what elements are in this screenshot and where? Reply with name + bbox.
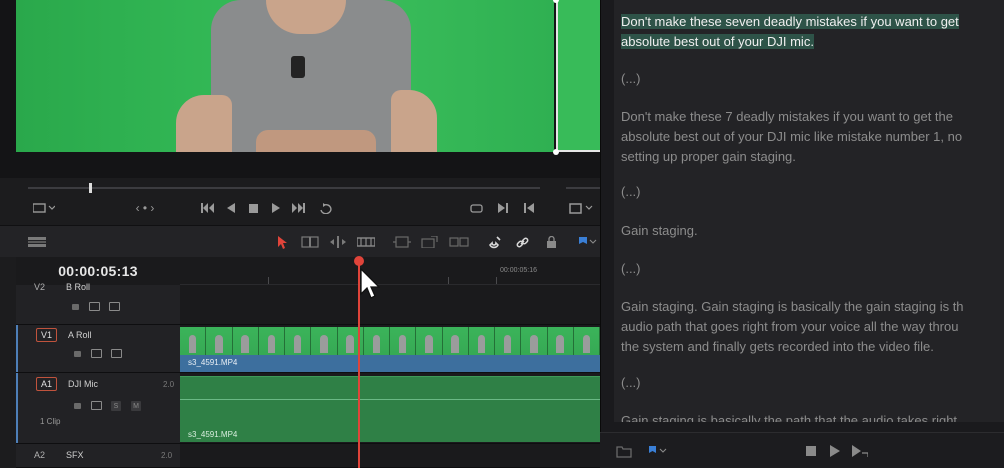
video-preview[interactable] xyxy=(16,0,554,152)
stop-icon[interactable] xyxy=(247,199,259,217)
mark-out-icon[interactable] xyxy=(522,199,536,217)
source-viewer-preview[interactable] xyxy=(556,0,600,152)
track-id: V2 xyxy=(34,282,46,292)
audio-clip[interactable]: s3_4591.MP4 xyxy=(180,376,600,442)
flag-icon[interactable] xyxy=(576,234,598,250)
viewer-options-button[interactable] xyxy=(30,199,58,217)
transform-button[interactable] xyxy=(566,199,598,217)
play-reverse-icon[interactable] xyxy=(225,199,237,217)
clip-nav-control[interactable]: ‹ • › xyxy=(128,199,162,217)
mouse-cursor-icon xyxy=(360,268,380,299)
mute-button[interactable]: M xyxy=(131,401,141,411)
transcript-paragraph[interactable]: (...) xyxy=(621,373,1004,393)
transcript-paragraph[interactable]: Gain staging. xyxy=(621,221,1004,241)
transcript-paragraph[interactable]: Don't make these seven deadly mistakes i… xyxy=(621,12,1004,52)
track-name: B Roll xyxy=(66,282,91,292)
transcript-paragraph[interactable]: Gain staging is basically the path that … xyxy=(621,411,1004,422)
flag-icon[interactable] xyxy=(648,445,668,457)
crop-icon xyxy=(569,202,593,214)
lock-icon[interactable] xyxy=(74,351,81,357)
timeline-view-icon[interactable] xyxy=(28,234,46,250)
auto-track-icon[interactable] xyxy=(91,401,102,410)
timeline-timecode[interactable]: 00:00:05:13 xyxy=(16,257,180,285)
video-clip-name: s3_4591.MP4 xyxy=(188,358,238,367)
auto-track-icon[interactable] xyxy=(91,349,102,358)
track-name: SFX xyxy=(66,450,84,460)
lock-icon[interactable] xyxy=(72,304,79,310)
folder-icon[interactable] xyxy=(616,444,632,458)
match-frame-icon[interactable] xyxy=(468,199,484,217)
lock-icon[interactable] xyxy=(74,403,81,409)
auto-track-icon[interactable] xyxy=(89,302,100,311)
playhead-handle[interactable] xyxy=(354,256,364,266)
linked-selection-icon[interactable] xyxy=(514,234,530,250)
go-to-start-icon[interactable] xyxy=(200,199,216,217)
track-level: 2.0 xyxy=(163,380,175,389)
transcript-paragraph[interactable]: (...) xyxy=(621,69,1004,89)
transcript-paragraph[interactable]: Gain staging. Gain staging is basically … xyxy=(621,297,1004,357)
play-icon[interactable] xyxy=(830,445,840,457)
mark-in-icon[interactable] xyxy=(496,199,510,217)
blade-icon[interactable] xyxy=(356,234,376,250)
go-to-end-icon[interactable] xyxy=(290,199,306,217)
trim-edit-icon[interactable] xyxy=(300,234,320,250)
track-name: A Roll xyxy=(68,330,92,340)
track-id: V1 xyxy=(36,328,58,342)
track-v2: V2 B Roll xyxy=(16,282,600,325)
loop-icon[interactable] xyxy=(318,199,334,217)
monitor-icon[interactable] xyxy=(109,302,120,311)
audio-clip-name: s3_4591.MP4 xyxy=(188,430,238,439)
monitor-icon xyxy=(33,203,55,213)
scrubber-head[interactable] xyxy=(89,183,92,193)
snapping-magnet-icon[interactable] xyxy=(486,234,502,250)
ruler-timecode: 00:00:05:16 xyxy=(500,267,537,274)
source-scrubber-track[interactable] xyxy=(566,187,600,189)
clip-count: 1 Clip xyxy=(40,417,61,426)
video-clip-thumbnails[interactable] xyxy=(180,327,600,355)
timeline-toolbar xyxy=(0,225,600,257)
scrubber-track[interactable] xyxy=(28,187,540,189)
solo-button[interactable]: S xyxy=(111,401,121,411)
play-icon[interactable] xyxy=(270,199,282,217)
insert-clip-icon[interactable] xyxy=(392,234,412,250)
track-level: 2.0 xyxy=(161,451,173,460)
overwrite-clip-icon[interactable] xyxy=(420,234,440,250)
replace-clip-icon[interactable] xyxy=(448,234,470,250)
dynamic-trim-icon[interactable] xyxy=(328,234,348,250)
play-next-icon[interactable] xyxy=(852,445,868,457)
transcript-paragraph[interactable]: (...) xyxy=(621,182,1004,202)
position-lock-icon[interactable] xyxy=(544,234,558,250)
track-name: DJI Mic xyxy=(68,379,98,389)
audio-waveform xyxy=(180,399,600,400)
monitor-icon[interactable] xyxy=(111,349,122,358)
timeline-ruler[interactable]: 00:00:05:16 xyxy=(180,257,600,285)
transcript-paragraph[interactable]: Don't make these 7 deadly mistakes if yo… xyxy=(621,107,1004,167)
transcript-list[interactable]: Don't make these seven deadly mistakes i… xyxy=(614,0,1004,422)
track-a2: A2 SFX 2.0 xyxy=(16,444,600,468)
transcript-controls xyxy=(600,432,1004,468)
track-id: A2 xyxy=(34,450,46,460)
transform-handle[interactable] xyxy=(553,149,559,155)
lavalier-mic xyxy=(291,56,305,78)
stop-icon[interactable] xyxy=(806,446,816,456)
transcript-paragraph[interactable]: (...) xyxy=(621,259,1004,279)
track-id: A1 xyxy=(36,377,58,391)
selection-pointer-icon[interactable] xyxy=(276,234,288,250)
video-clip[interactable]: s3_4591.MP4 xyxy=(180,355,600,372)
